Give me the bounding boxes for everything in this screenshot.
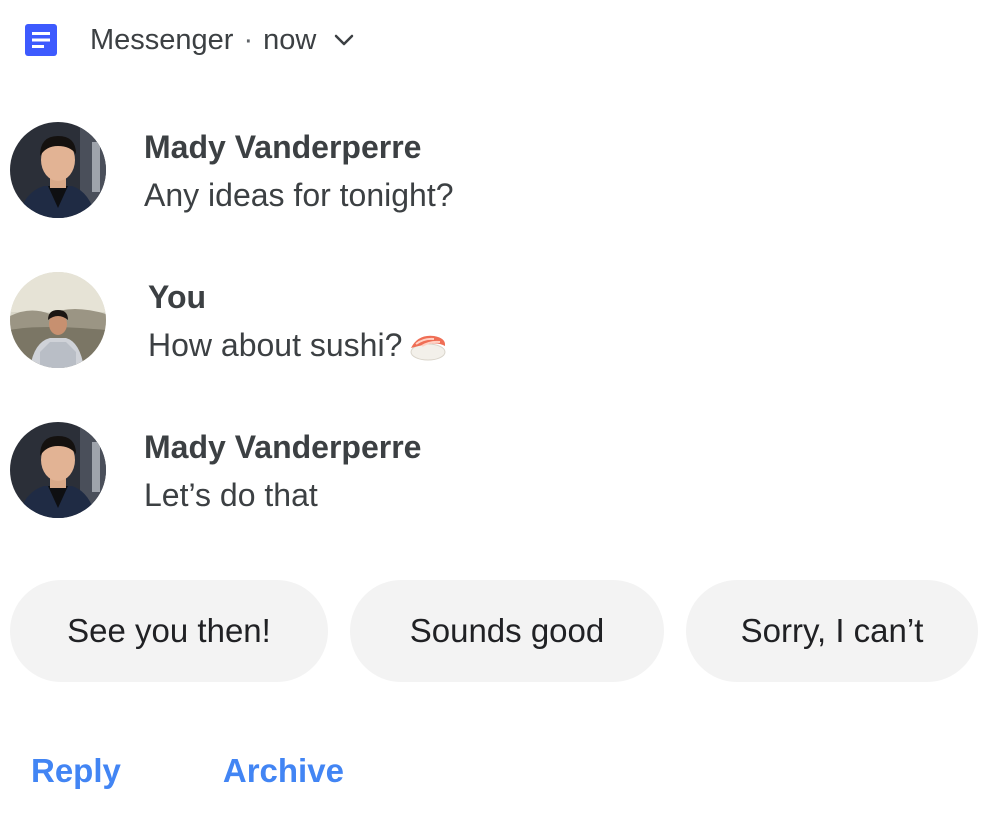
smart-reply-chip-see-you-then[interactable]: See you then! bbox=[10, 580, 328, 682]
message-sender: You bbox=[148, 279, 207, 315]
message-sender: Mady Vanderperre bbox=[144, 129, 422, 165]
notification-actions: Reply Archive bbox=[31, 752, 344, 790]
app-name: Messenger bbox=[90, 23, 234, 56]
avatar bbox=[10, 422, 106, 518]
notification-time: now bbox=[263, 23, 317, 56]
messages-app-icon bbox=[22, 21, 60, 59]
message-body: How about sushi? bbox=[148, 322, 448, 368]
message-sender: Mady Vanderperre bbox=[144, 429, 422, 465]
avatar bbox=[10, 122, 106, 218]
reply-button[interactable]: Reply bbox=[31, 752, 121, 790]
chevron-down-icon[interactable] bbox=[332, 28, 356, 52]
message-text: Let’s do that bbox=[144, 477, 318, 513]
archive-button[interactable]: Archive bbox=[223, 752, 344, 790]
smart-reply-chip-sorry-i-cant[interactable]: Sorry, I can’t bbox=[686, 580, 978, 682]
avatar bbox=[10, 272, 106, 368]
header-separator: · bbox=[243, 23, 254, 56]
smart-reply-chip-sounds-good[interactable]: Sounds good bbox=[350, 580, 664, 682]
message-item: Mady Vanderperre Let’s do that bbox=[10, 422, 421, 518]
sushi-emoji-icon bbox=[408, 328, 448, 362]
message-text: How about sushi? bbox=[148, 327, 403, 363]
message-text: Any ideas for tonight? bbox=[144, 177, 454, 213]
notification-header: Messenger · now bbox=[22, 18, 356, 62]
smart-replies: See you then! Sounds good Sorry, I can’t bbox=[10, 580, 978, 682]
message-item: Mady Vanderperre Any ideas for tonight? bbox=[10, 122, 454, 218]
message-item: You How about sushi? bbox=[10, 272, 448, 368]
